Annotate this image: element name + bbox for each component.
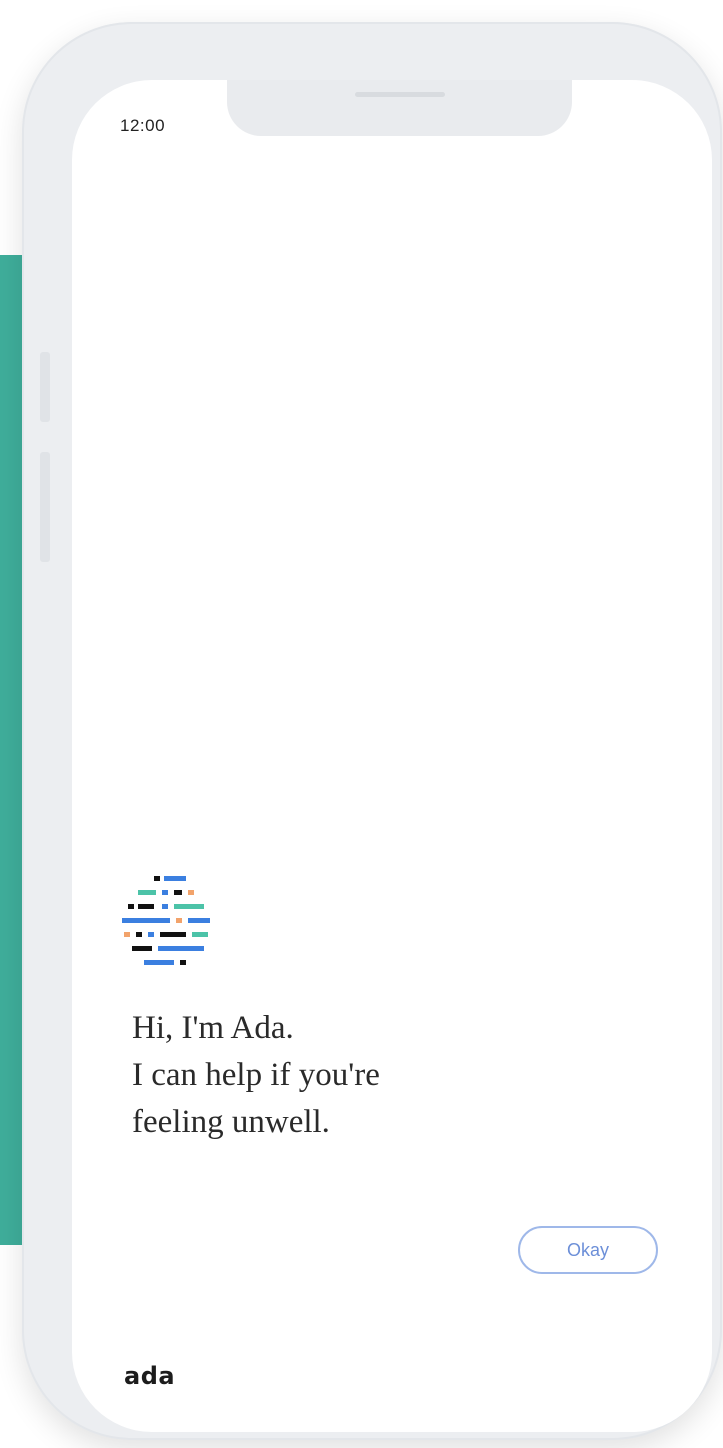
greeting-line-3: feeling unwell. xyxy=(132,1104,330,1140)
ada-greeting-message: Hi, I'm Ada. I can help if you're feelin… xyxy=(132,1005,552,1146)
greeting-line-2: I can help if you're xyxy=(132,1057,380,1093)
greeting-line-1: Hi, I'm Ada. xyxy=(132,1010,294,1046)
speaker-grille xyxy=(355,92,445,97)
phone-frame: 12:00 Hi, I'm Ada. I can help if you're … xyxy=(22,22,722,1440)
phone-notch xyxy=(227,80,572,136)
ada-pixel-avatar-icon xyxy=(122,876,210,965)
okay-button[interactable]: Okay xyxy=(518,1226,658,1274)
phone-screen: 12:00 Hi, I'm Ada. I can help if you're … xyxy=(72,80,712,1432)
ada-logo: ada xyxy=(124,1362,176,1390)
phone-side-button xyxy=(40,352,50,422)
status-bar-time: 12:00 xyxy=(120,116,166,135)
phone-volume-button xyxy=(40,452,50,562)
